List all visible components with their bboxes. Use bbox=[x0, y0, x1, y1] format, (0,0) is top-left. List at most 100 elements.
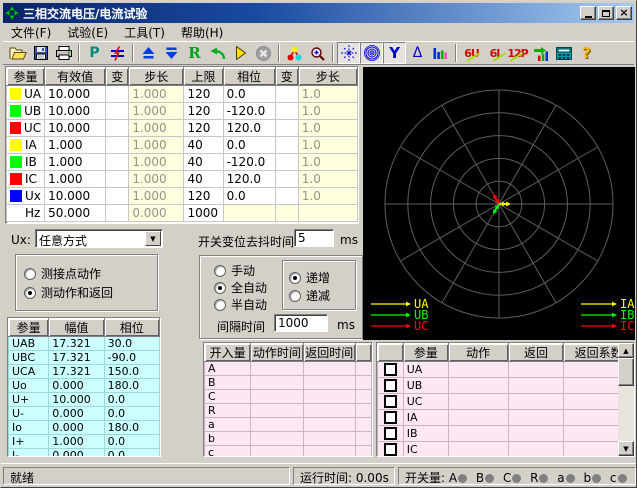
value-cell[interactable]: 1.000 bbox=[45, 137, 106, 154]
menu-item-tools[interactable]: 工具(T) bbox=[116, 23, 173, 42]
vary-cell[interactable] bbox=[275, 154, 298, 171]
vary-cell[interactable] bbox=[106, 171, 129, 188]
bar-chart-button[interactable] bbox=[429, 42, 452, 64]
run-mode-radio[interactable] bbox=[214, 265, 226, 277]
test-mode-radio[interactable] bbox=[24, 268, 36, 280]
step-cell[interactable]: 0.000 bbox=[129, 205, 184, 222]
help-button[interactable]: ? bbox=[575, 42, 598, 64]
reset-button[interactable]: R bbox=[183, 42, 206, 64]
row-checkbox[interactable] bbox=[384, 395, 397, 408]
minimize-button[interactable] bbox=[580, 6, 596, 20]
title-bar[interactable]: 三相交流电压/电流试验 × bbox=[3, 3, 634, 23]
phase-step-cell[interactable]: 1.0 bbox=[298, 188, 357, 205]
step-cell[interactable]: 1.000 bbox=[129, 171, 184, 188]
step-cell[interactable]: 1.000 bbox=[129, 188, 184, 205]
step-up-button[interactable] bbox=[137, 42, 160, 64]
vary-cell[interactable] bbox=[106, 137, 129, 154]
vary-cell[interactable] bbox=[275, 171, 298, 188]
row-checkbox[interactable] bbox=[384, 443, 397, 456]
step-cell[interactable]: 1.000 bbox=[129, 103, 184, 120]
phase-cell[interactable]: -120.0 bbox=[223, 103, 275, 120]
limit-cell[interactable]: 40 bbox=[184, 137, 223, 154]
six-i-button[interactable]: 6I bbox=[483, 42, 506, 64]
vary-cell[interactable] bbox=[106, 188, 129, 205]
p-marker-button[interactable]: P bbox=[83, 42, 106, 64]
step-dir-option[interactable]: 递减 bbox=[289, 287, 330, 304]
row-checkbox[interactable] bbox=[384, 411, 397, 424]
vary-cell[interactable] bbox=[275, 137, 298, 154]
phase-cell[interactable] bbox=[223, 205, 275, 222]
phase-cell[interactable]: 120.0 bbox=[223, 120, 275, 137]
wiring-button[interactable] bbox=[283, 42, 306, 64]
phase-step-cell[interactable]: 1.0 bbox=[298, 137, 357, 154]
value-cell[interactable]: 10.000 bbox=[45, 86, 106, 103]
limit-cell[interactable]: 120 bbox=[184, 188, 223, 205]
step-dir-option[interactable]: 递增 bbox=[289, 269, 330, 286]
limit-cell[interactable]: 1000 bbox=[184, 205, 223, 222]
vary-cell[interactable] bbox=[275, 103, 298, 120]
run-mode-radio[interactable] bbox=[214, 299, 226, 311]
phase-cell[interactable]: 0.0 bbox=[223, 188, 275, 205]
stop-button[interactable] bbox=[252, 42, 275, 64]
phase-step-cell[interactable] bbox=[298, 205, 357, 222]
value-cell[interactable]: 1.000 bbox=[45, 154, 106, 171]
value-cell[interactable]: 10.000 bbox=[45, 120, 106, 137]
row-checkbox[interactable] bbox=[384, 427, 397, 440]
step-dir-radio[interactable] bbox=[289, 290, 301, 302]
limit-cell[interactable]: 120 bbox=[184, 120, 223, 137]
fault-button[interactable] bbox=[106, 42, 129, 64]
phase-cell[interactable]: 0.0 bbox=[223, 86, 275, 103]
limit-cell[interactable]: 40 bbox=[184, 154, 223, 171]
scroll-down-button[interactable]: ▼ bbox=[618, 441, 634, 456]
debounce-input[interactable] bbox=[294, 229, 334, 247]
vary-cell[interactable] bbox=[106, 86, 129, 103]
value-cell[interactable]: 1.000 bbox=[45, 171, 106, 188]
value-cell[interactable]: 10.000 bbox=[45, 103, 106, 120]
vary-cell[interactable] bbox=[106, 154, 129, 171]
step-down-button[interactable] bbox=[160, 42, 183, 64]
interval-input[interactable] bbox=[274, 314, 328, 332]
value-cell[interactable]: 50.000 bbox=[45, 205, 106, 222]
phase-step-cell[interactable]: 1.0 bbox=[298, 171, 357, 188]
open-button[interactable] bbox=[6, 42, 29, 64]
vary-cell[interactable] bbox=[106, 120, 129, 137]
menu-item-test[interactable]: 试验(E) bbox=[59, 23, 116, 42]
menu-item-file[interactable]: 文件(F) bbox=[3, 23, 59, 42]
phase-cell[interactable]: -120.0 bbox=[223, 154, 275, 171]
six-u-button[interactable]: 6U bbox=[460, 42, 483, 64]
vary-cell[interactable] bbox=[106, 205, 129, 222]
delta-connection-button[interactable]: Δ bbox=[406, 42, 429, 64]
row-checkbox[interactable] bbox=[384, 363, 397, 376]
y-connection-button[interactable]: Y bbox=[383, 42, 406, 64]
vector-circles-button[interactable] bbox=[360, 42, 383, 64]
test-mode-radio[interactable] bbox=[24, 287, 36, 299]
limit-cell[interactable]: 120 bbox=[184, 103, 223, 120]
start-button[interactable] bbox=[229, 42, 252, 64]
vary-cell[interactable] bbox=[275, 188, 298, 205]
test-mode-option[interactable]: 测动作和返回 bbox=[24, 284, 113, 301]
phase-step-cell[interactable]: 1.0 bbox=[298, 86, 357, 103]
phase-step-cell[interactable]: 1.0 bbox=[298, 103, 357, 120]
vary-cell[interactable] bbox=[275, 120, 298, 137]
twelve-p-button[interactable]: 12P bbox=[506, 42, 529, 64]
step-dir-radio[interactable] bbox=[289, 272, 301, 284]
vary-cell[interactable] bbox=[106, 103, 129, 120]
vary-cell[interactable] bbox=[275, 205, 298, 222]
result-table-scrollbar[interactable]: ▲ ▼ bbox=[618, 343, 634, 456]
phase-cell[interactable]: 120.0 bbox=[223, 171, 275, 188]
limit-cell[interactable]: 120 bbox=[184, 86, 223, 103]
step-cell[interactable]: 1.000 bbox=[129, 154, 184, 171]
phase-step-cell[interactable]: 1.0 bbox=[298, 154, 357, 171]
limit-cell[interactable]: 40 bbox=[184, 171, 223, 188]
scrollbar-thumb[interactable] bbox=[618, 358, 634, 386]
test-mode-option[interactable]: 测接点动作 bbox=[24, 265, 101, 282]
menu-item-help[interactable]: 帮助(H) bbox=[173, 23, 231, 42]
value-cell[interactable]: 10.000 bbox=[45, 188, 106, 205]
zoom-button[interactable] bbox=[306, 42, 329, 64]
print-button[interactable] bbox=[52, 42, 75, 64]
row-checkbox[interactable] bbox=[384, 379, 397, 392]
calculator-button[interactable] bbox=[552, 42, 575, 64]
step-cell[interactable]: 1.000 bbox=[129, 120, 184, 137]
undo-button[interactable] bbox=[206, 42, 229, 64]
ux-dropdown-button[interactable]: ▼ bbox=[145, 231, 161, 246]
